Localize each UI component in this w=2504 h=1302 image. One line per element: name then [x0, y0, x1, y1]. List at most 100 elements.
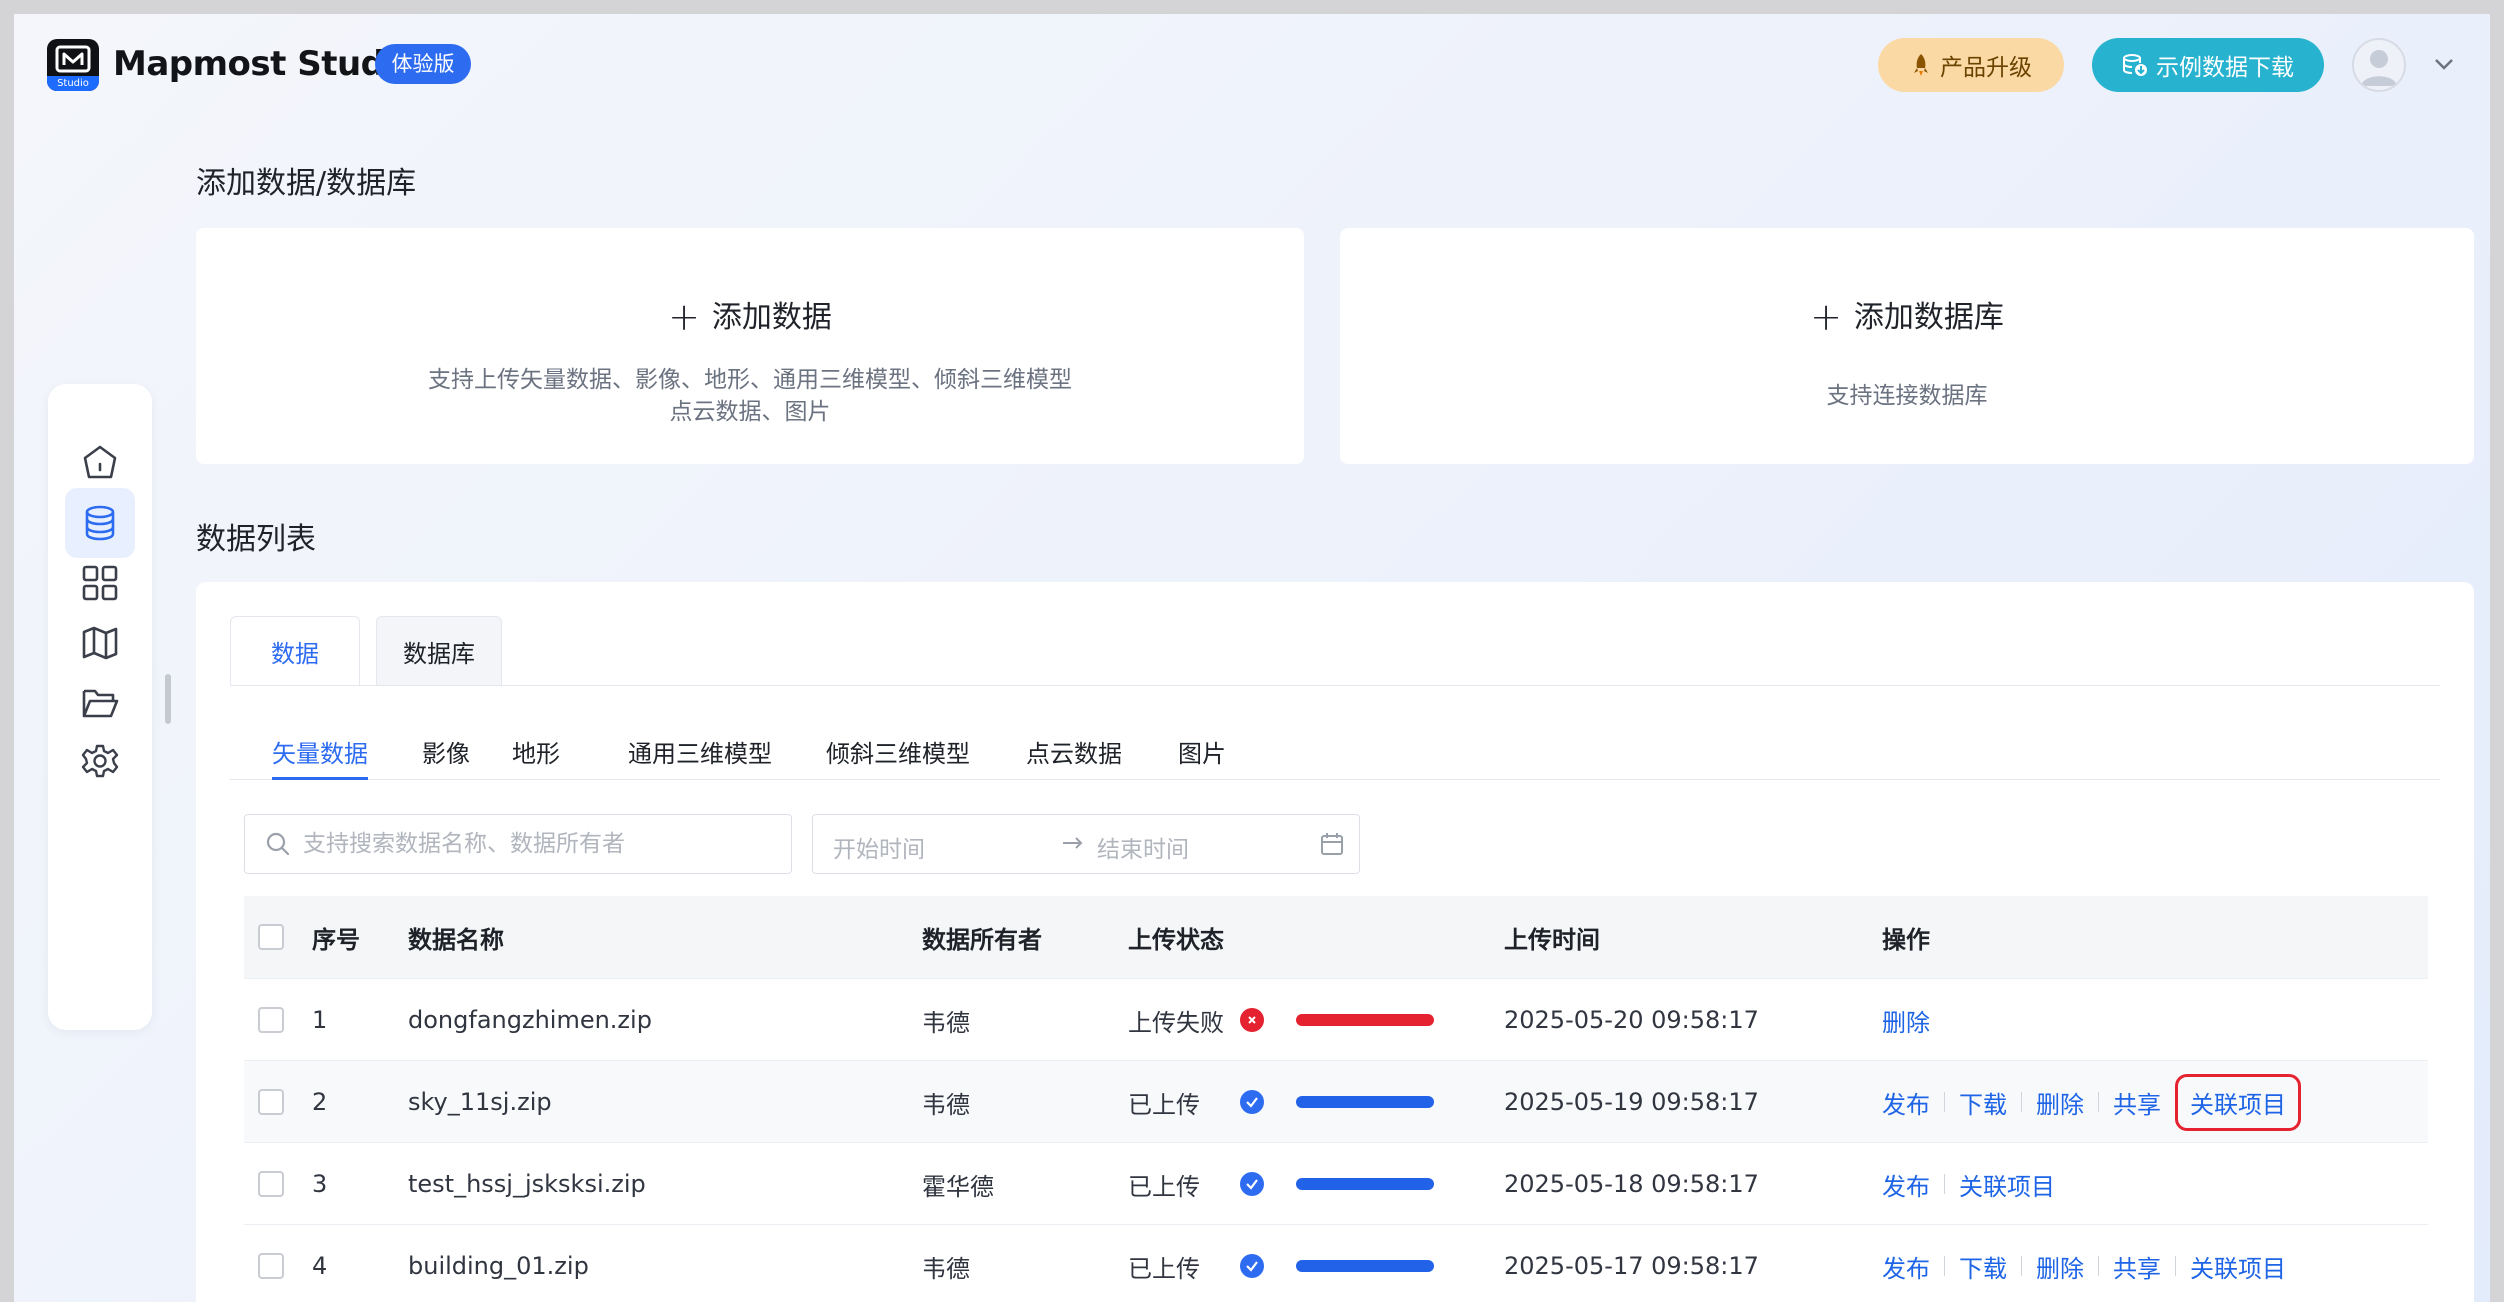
delete-link[interactable]: 删除	[2036, 1249, 2084, 1284]
link-project-link[interactable]: 关联项目	[1959, 1167, 2055, 1202]
add-database-desc: 支持连接数据库	[1826, 383, 1988, 409]
date-start-input[interactable]: 开始时间	[833, 830, 925, 864]
list-section-title: 数据列表	[196, 522, 316, 557]
publish-link[interactable]: 发布	[1882, 1085, 1930, 1120]
subtab-images[interactable]: 图片	[1178, 734, 1226, 769]
date-range-picker[interactable]: 开始时间 结束时间	[812, 814, 1360, 874]
apps-grid-icon	[82, 565, 118, 601]
sidebar-item-settings[interactable]	[65, 728, 135, 798]
add-database-card[interactable]: + 添加数据库 支持连接数据库	[1340, 228, 2474, 464]
check-icon	[1240, 1090, 1264, 1114]
upgrade-label: 产品升级	[1940, 55, 2032, 81]
publish-link[interactable]: 发布	[1882, 1167, 1930, 1202]
upload-progress-bar	[1296, 1178, 1434, 1190]
date-end-input[interactable]: 结束时间	[1097, 830, 1189, 864]
app-logo[interactable]: Studio	[47, 39, 99, 91]
download-link[interactable]: 下载	[1959, 1085, 2007, 1120]
link-project-link[interactable]: 关联项目	[2175, 1073, 2301, 1131]
user-icon	[2361, 50, 2397, 86]
row-status: 已上传	[1128, 1172, 1200, 1201]
col-time: 上传时间	[1504, 925, 1600, 954]
upgrade-button[interactable]: 产品升级	[1878, 38, 2064, 92]
table-header: 序号 数据名称 数据所有者 上传状态 上传时间 操作	[244, 896, 2428, 978]
error-icon	[1240, 1008, 1264, 1032]
separator	[1944, 1092, 1945, 1112]
table-row: 2 sky_11sj.zip 韦德 已上传 2025-05-19 09:58:1…	[244, 1060, 2428, 1142]
add-data-label: 添加数据	[711, 300, 832, 335]
row-name: dongfangzhimen.zip	[408, 1006, 652, 1034]
share-link[interactable]: 共享	[2113, 1249, 2161, 1284]
separator	[2175, 1256, 2176, 1276]
select-all-checkbox[interactable]	[258, 924, 284, 950]
table-row: 3 test_hssj_jsksksi.zip 霍华德 已上传 2025-05-…	[244, 1142, 2428, 1224]
row-time: 2025-05-19 09:58:17	[1504, 1088, 1759, 1116]
subtab-point-cloud[interactable]: 点云数据	[1026, 734, 1122, 769]
tab-data[interactable]: 数据	[230, 616, 360, 686]
add-database-label: 添加数据库	[1853, 300, 2004, 335]
check-icon	[1240, 1172, 1264, 1196]
search-input[interactable]	[303, 831, 763, 857]
subtab-divider	[230, 779, 2440, 780]
subtab-vector[interactable]: 矢量数据	[272, 734, 368, 769]
row-name: sky_11sj.zip	[408, 1088, 552, 1116]
subtab-terrain[interactable]: 地形	[512, 734, 560, 769]
row-time: 2025-05-18 09:58:17	[1504, 1170, 1759, 1198]
share-link[interactable]: 共享	[2113, 1085, 2161, 1120]
subtab-3d-model[interactable]: 通用三维模型	[628, 734, 772, 769]
delete-link[interactable]: 删除	[1882, 1003, 1930, 1038]
check-icon	[1240, 1254, 1264, 1278]
row-time: 2025-05-17 09:58:17	[1504, 1252, 1759, 1280]
row-status: 已上传	[1128, 1090, 1200, 1119]
search-box[interactable]	[244, 814, 792, 874]
database-icon	[85, 505, 115, 541]
delete-link[interactable]: 删除	[2036, 1085, 2084, 1120]
subtab-imagery[interactable]: 影像	[422, 734, 470, 769]
link-project-link[interactable]: 关联项目	[2190, 1249, 2286, 1284]
row-name: building_01.zip	[408, 1252, 589, 1280]
row-owner: 韦德	[922, 1090, 970, 1119]
subtab-active-indicator	[272, 777, 368, 780]
plus-icon: +	[1810, 295, 1842, 339]
row-index: 4	[312, 1252, 328, 1280]
row-checkbox[interactable]	[258, 1089, 284, 1115]
logo-studio-label: Studio	[47, 76, 99, 91]
separator	[1944, 1256, 1945, 1276]
sample-data-download-button[interactable]: 示例数据下载	[2092, 38, 2324, 92]
plus-icon: +	[668, 295, 700, 339]
chevron-down-icon[interactable]	[2432, 52, 2456, 80]
tab-database[interactable]: 数据库	[376, 616, 502, 686]
row-checkbox[interactable]	[258, 1007, 284, 1033]
row-owner: 韦德	[922, 1008, 970, 1037]
col-name: 数据名称	[408, 925, 504, 954]
row-index: 2	[312, 1088, 328, 1116]
separator	[2098, 1092, 2099, 1112]
subtab-oblique-3d[interactable]: 倾斜三维模型	[826, 734, 970, 769]
data-table: 序号 数据名称 数据所有者 上传状态 上传时间 操作 1 dongfangzhi…	[244, 896, 2428, 1302]
user-avatar[interactable]	[2352, 38, 2406, 92]
row-status: 上传失败	[1128, 1008, 1224, 1037]
publish-link[interactable]: 发布	[1882, 1249, 1930, 1284]
folder-icon	[82, 689, 119, 718]
col-index: 序号	[312, 925, 360, 954]
map-icon	[82, 626, 118, 660]
trial-badge: 体验版	[375, 44, 471, 84]
rocket-icon	[1914, 54, 1928, 76]
row-checkbox[interactable]	[258, 1171, 284, 1197]
row-status: 已上传	[1128, 1254, 1200, 1283]
row-owner: 韦德	[922, 1254, 970, 1283]
separator	[1944, 1174, 1945, 1194]
data-list-panel: 数据 数据库 矢量数据 影像 地形 通用三维模型 倾斜三维模型 点云数据 图片 …	[196, 582, 2474, 1302]
arrow-right-icon	[1059, 829, 1087, 863]
row-owner: 霍华德	[922, 1172, 994, 1201]
row-checkbox[interactable]	[258, 1253, 284, 1279]
row-index: 1	[312, 1006, 328, 1034]
sidebar-resize-handle[interactable]	[165, 674, 171, 724]
add-data-desc-line2: 点云数据、图片	[669, 399, 831, 425]
settings-icon	[81, 744, 119, 778]
home-icon	[83, 445, 117, 479]
calendar-icon[interactable]	[1319, 831, 1345, 863]
download-link[interactable]: 下载	[1959, 1249, 2007, 1284]
search-icon	[266, 832, 290, 856]
row-time: 2025-05-20 09:58:17	[1504, 1006, 1759, 1034]
add-data-card[interactable]: + 添加数据 支持上传矢量数据、影像、地形、通用三维模型、倾斜三维模型 点云数据、…	[196, 228, 1304, 464]
